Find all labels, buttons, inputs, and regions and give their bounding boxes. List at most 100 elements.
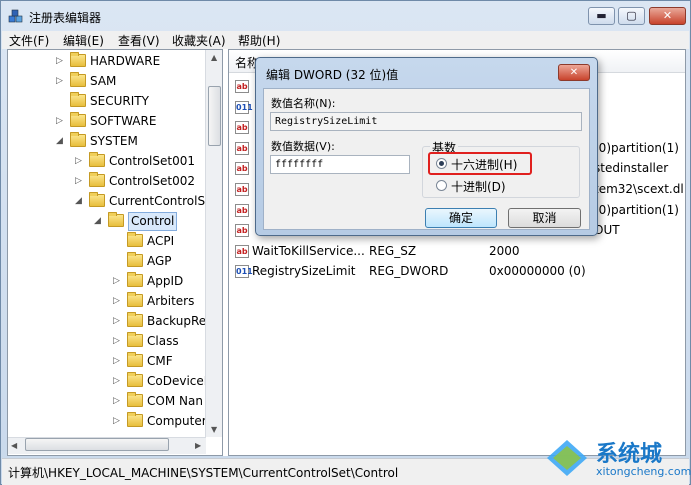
expander-icon[interactable]: ▷ bbox=[75, 171, 85, 191]
scroll-up-icon[interactable]: ▲ bbox=[211, 53, 217, 62]
maximize-icon: ▢ bbox=[626, 9, 637, 22]
folder-icon bbox=[89, 192, 105, 207]
string-value-icon: ab bbox=[235, 183, 249, 196]
registry-editor-icon bbox=[8, 9, 23, 23]
tree-item-label[interactable]: SAM bbox=[90, 71, 116, 91]
string-value-icon: ab bbox=[235, 244, 249, 258]
tree-item-label[interactable]: ControlSet001 bbox=[109, 151, 195, 171]
tree-item-label[interactable]: SOFTWARE bbox=[90, 111, 156, 131]
cell-data: 2000 bbox=[489, 243, 520, 258]
status-path: 计算机\HKEY_LOCAL_MACHINE\SYSTEM\CurrentCon… bbox=[8, 466, 399, 480]
tree-item-label[interactable]: CoDeviceI bbox=[147, 371, 207, 391]
folder-icon bbox=[127, 332, 143, 347]
tree-item-label[interactable]: ACPI bbox=[147, 231, 174, 251]
folder-icon bbox=[89, 172, 105, 187]
close-button[interactable]: ✕ bbox=[649, 7, 686, 25]
tree-item-label[interactable]: COM Nan bbox=[147, 391, 203, 411]
close-icon: ✕ bbox=[662, 9, 673, 22]
tree-item-label[interactable]: Computer bbox=[147, 411, 207, 431]
expander-icon[interactable]: ▷ bbox=[113, 291, 123, 311]
tree-item-label[interactable]: Arbiters bbox=[147, 291, 194, 311]
expander-icon[interactable]: ◢ bbox=[94, 211, 104, 231]
tree-item-label[interactable]: SECURITY bbox=[90, 91, 149, 111]
expander-icon[interactable]: ▷ bbox=[113, 311, 123, 331]
minimize-button[interactable]: ▬ bbox=[588, 7, 615, 25]
cell-data: (0)partition(1) bbox=[594, 140, 679, 155]
expander-icon[interactable]: ▷ bbox=[56, 111, 66, 131]
list-item[interactable]: 011 RegistrySizeLimit REG_DWORD 0x00000000 … bbox=[229, 261, 685, 282]
tree-item-label[interactable]: CurrentControlSe bbox=[109, 191, 212, 211]
folder-icon bbox=[127, 392, 143, 407]
tree-horizontal-scroll-thumb[interactable] bbox=[25, 438, 169, 451]
tree-item-label[interactable]: Control bbox=[128, 212, 178, 231]
title-bar[interactable]: 注册表编辑器 ▬ ▢ ✕ bbox=[1, 1, 690, 31]
tree-vertical-scroll-thumb[interactable] bbox=[208, 86, 221, 146]
value-name-label: 数值名称(N): bbox=[271, 97, 336, 110]
menu-view[interactable]: 查看(V) bbox=[118, 32, 160, 49]
menu-file[interactable]: 文件(F) bbox=[9, 32, 49, 49]
cell-data: 0x00000000 (0) bbox=[489, 264, 586, 279]
tree-item-label[interactable]: SYSTEM bbox=[90, 131, 138, 151]
cell-type: REG_SZ bbox=[369, 243, 417, 258]
expander-icon[interactable]: ▷ bbox=[56, 51, 66, 71]
tree-item-label[interactable]: CMF bbox=[147, 351, 173, 371]
tree-item-label[interactable]: AppID bbox=[147, 271, 183, 291]
scroll-right-icon[interactable]: ▶ bbox=[195, 441, 201, 450]
expander-icon[interactable]: ▷ bbox=[56, 71, 66, 91]
tree-item-label[interactable]: AGP bbox=[147, 251, 172, 271]
expander-icon[interactable]: ▷ bbox=[113, 351, 123, 371]
string-value-icon: ab bbox=[235, 203, 249, 217]
scroll-down-icon[interactable]: ▼ bbox=[211, 425, 217, 434]
folder-icon bbox=[70, 72, 86, 87]
scroll-left-icon[interactable]: ◀ bbox=[11, 441, 17, 450]
decimal-radio-label[interactable]: 十进制(D) bbox=[451, 178, 506, 195]
window-title: 注册表编辑器 bbox=[29, 11, 102, 25]
list-item[interactable]: ab WaitToKillService... REG_SZ 2000 bbox=[229, 241, 685, 262]
folder-icon bbox=[70, 112, 86, 127]
registry-tree[interactable]: ▷ HARDWARE ▷ SAM SECURITY ▷ SOFTWARE ◢ SYSTEM ▷ Co… bbox=[7, 49, 223, 456]
menu-favorites[interactable]: 收藏夹(A) bbox=[172, 32, 226, 49]
cell-data: stedinstaller bbox=[594, 161, 669, 176]
value-name-field: RegistrySizeLimit bbox=[270, 112, 582, 131]
close-icon: ✕ bbox=[569, 67, 579, 78]
folder-icon bbox=[108, 212, 124, 227]
ok-button[interactable]: 确定 bbox=[425, 208, 497, 228]
string-value-icon: ab bbox=[235, 121, 249, 135]
tree-item-label[interactable]: BackupRe bbox=[147, 311, 206, 331]
cell-data: tem32\scext.dl bbox=[594, 182, 684, 196]
expander-icon[interactable]: ◢ bbox=[56, 131, 66, 151]
dialog-body: 数值名称(N): RegistrySizeLimit 数值数据(V): ffff… bbox=[263, 88, 590, 230]
tree-item-label[interactable]: ControlSet002 bbox=[109, 171, 195, 191]
value-data-input[interactable]: ffffffff bbox=[270, 155, 410, 174]
folder-icon bbox=[70, 132, 86, 147]
expander-icon[interactable]: ▷ bbox=[113, 391, 123, 411]
cell-name: WaitToKillService... bbox=[252, 243, 365, 258]
expander-icon[interactable]: ▷ bbox=[113, 411, 123, 431]
folder-icon bbox=[70, 92, 86, 107]
string-value-icon: ab bbox=[235, 141, 249, 155]
dialog-close-button[interactable]: ✕ bbox=[558, 64, 590, 81]
dword-value-icon: 011 bbox=[235, 265, 253, 279]
expander-icon[interactable]: ▷ bbox=[113, 331, 123, 351]
maximize-button[interactable]: ▢ bbox=[618, 7, 645, 25]
tree-item-label[interactable]: HARDWARE bbox=[90, 51, 160, 71]
watermark-text: 系统城 bbox=[596, 442, 663, 467]
edit-dword-dialog: 编辑 DWORD (32 位)值 ✕ 数值名称(N): RegistrySize… bbox=[255, 57, 598, 236]
tree-item-label[interactable]: Class bbox=[147, 331, 179, 351]
menu-edit[interactable]: 编辑(E) bbox=[63, 32, 104, 49]
expander-icon[interactable]: ▷ bbox=[113, 271, 123, 291]
menu-help[interactable]: 帮助(H) bbox=[238, 32, 280, 49]
folder-icon bbox=[127, 412, 143, 427]
folder-icon bbox=[127, 372, 143, 387]
expander-icon[interactable]: ▷ bbox=[75, 151, 85, 171]
minimize-icon: ▬ bbox=[596, 9, 607, 22]
expander-icon[interactable]: ▷ bbox=[113, 371, 123, 391]
folder-icon bbox=[70, 52, 86, 67]
dialog-title: 编辑 DWORD (32 位)值 bbox=[266, 68, 399, 82]
folder-icon bbox=[127, 292, 143, 307]
string-value-icon: ab bbox=[235, 80, 249, 93]
decimal-radio[interactable] bbox=[436, 180, 447, 191]
cancel-button[interactable]: 取消 bbox=[508, 208, 581, 228]
expander-icon[interactable]: ◢ bbox=[75, 191, 85, 211]
folder-icon bbox=[89, 152, 105, 167]
